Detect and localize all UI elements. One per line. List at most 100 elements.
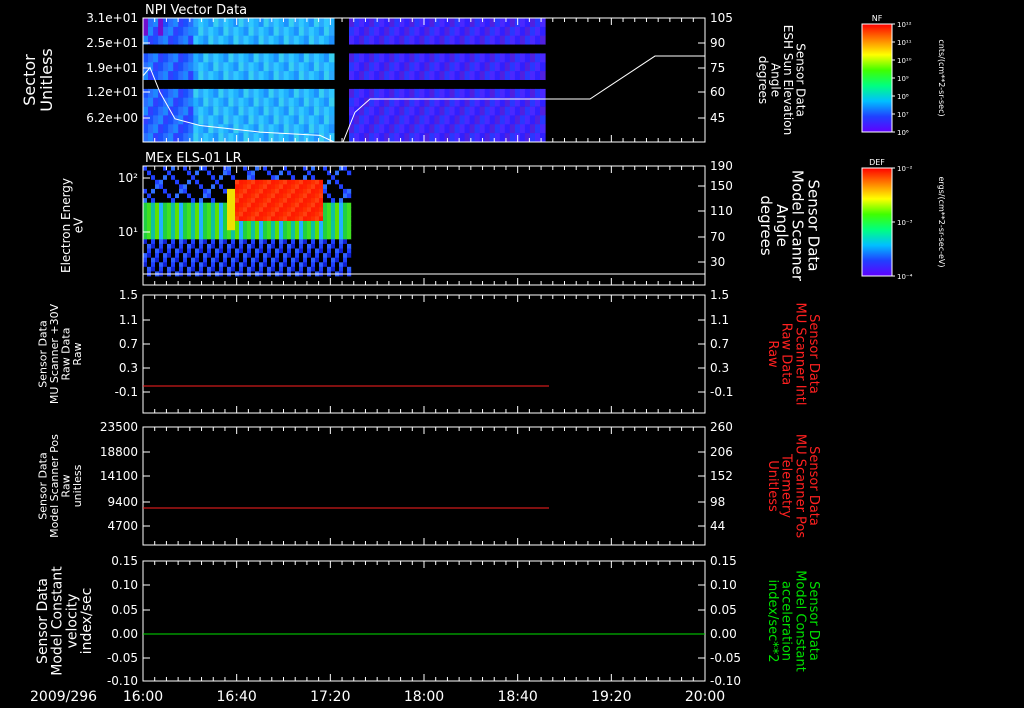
heatmap-cell — [195, 257, 200, 263]
heatmap-cell — [191, 188, 196, 194]
heatmap-cell — [239, 234, 244, 240]
heatmap-cell — [207, 248, 212, 254]
heatmap-cell — [323, 62, 330, 72]
heatmap-cell — [271, 184, 276, 190]
heatmap-cell — [319, 221, 324, 226]
heatmap-cell — [198, 71, 204, 81]
heatmap-cell — [155, 202, 160, 208]
heatmap-cell — [271, 221, 276, 226]
axis-label-line: Model Constant — [50, 566, 66, 676]
heatmap-cell — [231, 193, 236, 199]
heatmap-cell — [339, 166, 344, 171]
heatmap-cell — [215, 211, 220, 217]
heatmap-cell — [328, 80, 335, 90]
heatmap-cell — [168, 35, 174, 45]
heatmap-cell — [535, 44, 541, 54]
heatmap-cell — [243, 262, 248, 268]
heatmap-cell — [287, 202, 292, 208]
heatmap-cell — [327, 253, 332, 259]
heatmap-cell — [215, 198, 220, 204]
heatmap-cell — [171, 243, 176, 249]
heatmap-cell — [195, 243, 200, 249]
heatmap-cell — [311, 234, 316, 240]
heatmap-cell — [223, 133, 230, 143]
heatmap-cell — [288, 26, 295, 37]
heatmap-cell — [279, 230, 284, 236]
heatmap-cell — [195, 193, 200, 199]
heatmap-cell — [454, 35, 461, 45]
heatmap-cell — [328, 53, 335, 63]
heatmap-cell — [143, 266, 148, 272]
heatmap-cell — [379, 35, 385, 45]
heatmap-cell — [248, 97, 255, 107]
heatmap-cell — [238, 71, 245, 81]
heatmap-cell — [494, 88, 501, 99]
heatmap-cell — [175, 184, 180, 190]
heatmap-cell — [327, 243, 332, 249]
heatmap-cell — [151, 266, 156, 272]
heatmap-cell — [295, 253, 300, 259]
heatmap-cell — [191, 207, 196, 213]
heatmap-cell — [263, 62, 270, 72]
heatmap-cell — [267, 207, 272, 213]
heatmap-cell — [183, 184, 188, 190]
y-tick-label: -0.10 — [107, 674, 138, 688]
heatmap-cell — [449, 80, 456, 90]
heatmap-cell — [354, 44, 360, 54]
heatmap-cell — [295, 184, 300, 190]
colorbar-tick-label: 10⁹ — [897, 75, 909, 83]
heatmap-cell — [247, 266, 252, 272]
heatmap-cell — [235, 230, 240, 236]
heatmap-cell — [159, 211, 164, 217]
heatmap-cell — [288, 124, 295, 134]
heatmap-cell — [168, 124, 174, 134]
heatmap-cell — [409, 26, 415, 37]
heatmap-cell — [339, 184, 344, 190]
heatmap-cell — [328, 106, 335, 116]
heatmap-cell — [207, 225, 212, 231]
heatmap-cell — [251, 198, 256, 204]
heatmap-cell — [279, 175, 284, 181]
heatmap-cell — [203, 262, 208, 268]
heatmap-cell — [178, 97, 184, 107]
heatmap-cell — [267, 262, 272, 268]
heatmap-cell — [195, 166, 200, 171]
heatmap-cell — [369, 88, 375, 99]
heatmap-cell — [394, 44, 400, 54]
heatmap-cell — [253, 44, 260, 54]
y-right-axis-label: Sensor DataModel Constantaccelerationind… — [765, 570, 821, 672]
heatmap-cell — [263, 239, 268, 245]
heatmap-cell — [271, 230, 276, 236]
heatmap-cell — [199, 257, 204, 263]
heatmap-cell — [223, 170, 228, 176]
heatmap-cell — [203, 248, 208, 254]
heatmap-cell — [253, 62, 260, 72]
heatmap-cell — [233, 115, 240, 125]
heatmap-cell — [540, 115, 546, 125]
heatmap-cell — [327, 202, 332, 208]
heatmap-cell — [235, 225, 240, 231]
heatmap-cell — [188, 35, 194, 45]
heatmap-cell — [148, 97, 154, 107]
heatmap-cell — [298, 115, 305, 125]
heatmap-cell — [228, 133, 235, 143]
heatmap-cell — [215, 239, 220, 245]
heatmap-cell — [331, 166, 336, 171]
heatmap-cell — [474, 18, 481, 28]
heatmap-cell — [247, 170, 252, 176]
heatmap-cell — [259, 188, 264, 194]
heatmap-cell — [158, 106, 164, 116]
heatmap-cell — [259, 248, 264, 254]
heatmap-cell — [364, 124, 370, 134]
heatmap-cell — [218, 88, 225, 99]
heatmap-cell — [227, 184, 232, 190]
heatmap-cell — [449, 115, 456, 125]
heatmap-cell — [191, 166, 196, 171]
heatmap-cell — [211, 221, 216, 226]
heatmap-cell — [215, 234, 220, 240]
heatmap-cell — [188, 18, 194, 28]
heatmap-cell — [223, 253, 228, 259]
heatmap-cell — [434, 71, 441, 81]
heatmap-cell — [364, 62, 370, 72]
heatmap-cell — [251, 166, 256, 171]
